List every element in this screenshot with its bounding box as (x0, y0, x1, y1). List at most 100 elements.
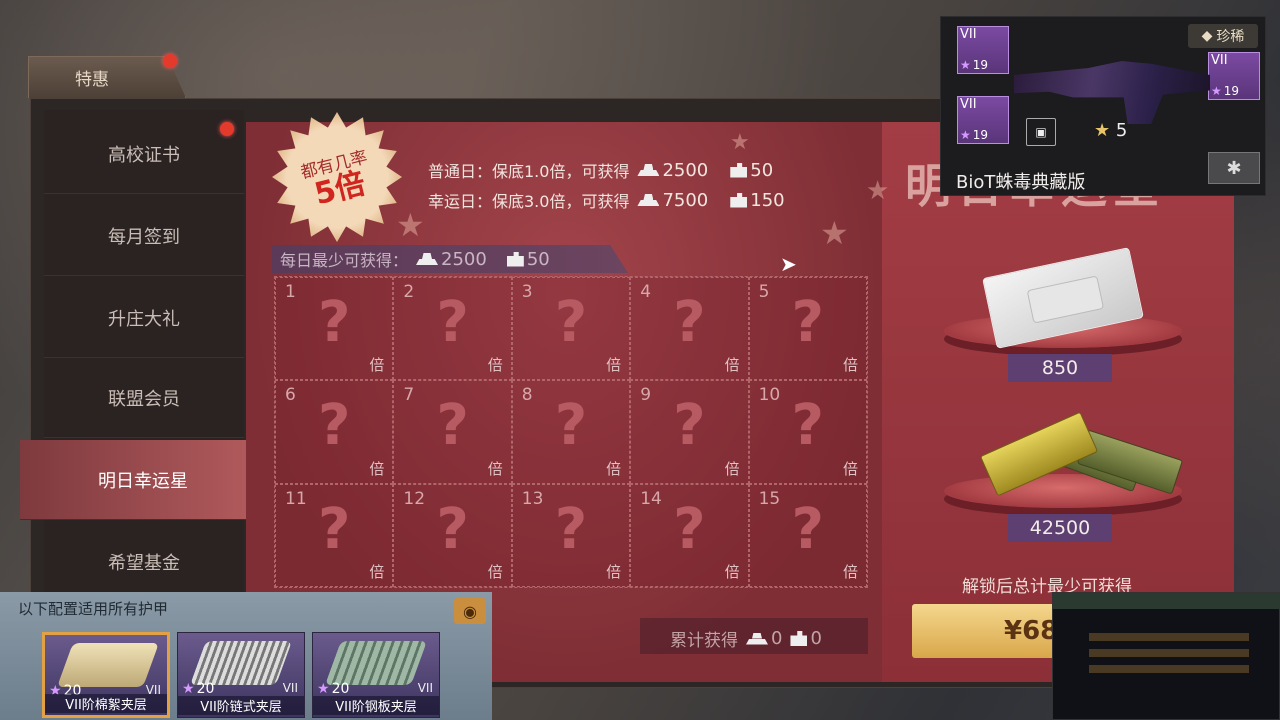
gold-icon (637, 194, 659, 206)
question-mark-icon: ? (436, 290, 469, 355)
rarity-label: 珍稀 (1216, 29, 1245, 45)
question-mark-icon: ? (554, 393, 588, 459)
gold-amount: 2500 (441, 248, 487, 270)
slot-tier: VII (960, 97, 977, 112)
day-cell[interactable]: 1? 倍 (275, 277, 394, 381)
question-mark-icon: ? (791, 393, 825, 459)
multiplier-unit: 倍 (606, 356, 622, 375)
star-decoration-icon: ★ (730, 130, 750, 155)
stream-row (1089, 633, 1249, 641)
sidebar-item-rank-gift[interactable]: 升庄大礼 (44, 278, 244, 358)
day-cell[interactable]: 11? 倍 (275, 483, 394, 587)
armor-item-cotton[interactable]: ★ 20 VII VII阶棉絮夹层 (42, 632, 170, 718)
multiplier-unit: 倍 (487, 356, 503, 375)
sidebar-item-label: 明日幸运星 (98, 470, 188, 492)
day-cell[interactable]: 9? 倍 (630, 380, 749, 484)
question-mark-icon: ? (317, 290, 351, 355)
day-cell[interactable]: 6? 倍 (275, 380, 394, 484)
spider-icon: ✱ (1208, 152, 1260, 184)
piece-amount: 150 (750, 189, 785, 211)
armor-level: 20 (196, 681, 215, 697)
stream-row (1089, 649, 1249, 657)
armor-item-chain[interactable]: ★ 20 VII VII阶链式夹层 (177, 632, 305, 718)
day-cell[interactable]: 2? 倍 (393, 277, 512, 381)
armor-item-steel[interactable]: ★ 20 VII VII阶钢板夹层 (312, 632, 440, 718)
stream-overlay (1052, 592, 1280, 720)
tab-label: 特惠 (75, 70, 109, 90)
question-mark-icon: ? (673, 496, 706, 562)
rarity-badge: ◆ 珍稀 (1188, 24, 1258, 48)
day-cell[interactable]: 8? 倍 (511, 380, 631, 484)
weapon-name: BioT蛛毒典藏版 (956, 172, 1086, 193)
sidebar-item-alliance-member[interactable]: 联盟会员 (44, 358, 244, 438)
stream-row (1089, 665, 1249, 673)
multiplier-unit: 倍 (369, 356, 385, 375)
puzzle-piece-icon (790, 631, 808, 646)
multiplier-unit: 倍 (487, 563, 503, 581)
normal-day-label: 普通日：保底1.0倍，可获得 (428, 162, 630, 181)
sidebar-item-hope-fund[interactable]: 希望基金 (44, 522, 244, 602)
question-mark-icon: ? (436, 393, 469, 459)
piece-amount: 50 (526, 248, 550, 270)
armor-name: VII阶链式夹层 (178, 696, 304, 715)
piece-amount: 0 (810, 628, 822, 649)
slot-rank: 19 (1223, 84, 1240, 98)
mouse-cursor-icon: ➤ (780, 252, 797, 276)
armor-tier: VII (282, 681, 298, 695)
multiplier-unit: 倍 (724, 563, 740, 581)
sidebar-item-label: 每月签到 (108, 226, 180, 248)
multiplier-unit: 倍 (606, 563, 622, 581)
day-cell[interactable]: 12? 倍 (393, 483, 512, 587)
puzzle-piece-icon (506, 251, 524, 267)
day-cell[interactable]: 7? 倍 (393, 380, 512, 484)
slot-tier: VII (960, 27, 977, 42)
question-mark-icon: ? (673, 290, 706, 355)
cotton-layer-icon (56, 643, 160, 687)
reward-amount-tag: 850 (1008, 354, 1112, 382)
notification-dot (220, 122, 234, 136)
sidebar-item-label: 联盟会员 (108, 388, 180, 410)
lucky-day-info: 幸运日：保底3.0倍，可获得 7500 150 (428, 188, 785, 212)
day-cell[interactable]: 14? 倍 (630, 483, 749, 587)
buy-button[interactable]: ¥68 (912, 604, 1062, 658)
star-icon: ★ (1094, 120, 1111, 141)
question-mark-icon: ? (673, 393, 706, 459)
day-cell[interactable]: 5? 倍 (748, 277, 867, 381)
question-mark-icon: ? (436, 496, 469, 562)
sidebar-item-label: 希望基金 (108, 553, 180, 574)
steel-layer-icon (324, 641, 428, 685)
normal-day-info: 普通日：保底1.0倍，可获得 2500 50 (428, 158, 773, 182)
multiplier-unit: 倍 (842, 356, 858, 375)
armor-tier: VII (417, 681, 433, 695)
armor-name: VII阶钢板夹层 (313, 696, 439, 715)
day-cell[interactable]: 10? 倍 (748, 380, 867, 484)
weapon-slot: VII ★ 19 (957, 26, 1009, 74)
star-count: 5 (1115, 120, 1128, 141)
reward-amount: 850 (1041, 357, 1079, 379)
day-cell[interactable]: 3? 倍 (511, 277, 631, 381)
total-label: 累计获得 (670, 631, 738, 651)
scope-icon: ▣ (1026, 118, 1056, 146)
eye-icon[interactable]: ◉ (454, 598, 486, 624)
multiplier-unit: 倍 (842, 459, 858, 478)
weapon-stars: ★ 5 (1094, 120, 1127, 141)
day-cell[interactable]: 15? 倍 (748, 483, 867, 587)
day-cell[interactable]: 4? 倍 (630, 277, 749, 381)
chain-layer-icon (189, 641, 293, 685)
weapon-slot: VII ★ 19 (957, 96, 1009, 144)
multiplier-unit: 倍 (724, 459, 740, 478)
sidebar-item-monthly-signin[interactable]: 每月签到 (44, 196, 244, 276)
stream-header (1053, 593, 1280, 609)
day-cell[interactable]: 13? 倍 (511, 483, 631, 587)
armor-config-title: 以下配置适用所有护甲 (18, 600, 169, 618)
weapon-slot: VII ★ 19 (1208, 52, 1260, 100)
question-mark-icon: ? (554, 290, 588, 355)
sidebar-item-lucky-star[interactable]: 明日幸运星 (20, 440, 266, 520)
puzzle-piece-icon (730, 192, 748, 208)
sidebar-item-campus-certificate[interactable]: 高校证书 (44, 114, 244, 194)
question-mark-icon: ? (317, 496, 351, 562)
gold-icon (746, 633, 768, 645)
multiplier-unit: 倍 (606, 459, 622, 478)
lucky-day-label: 幸运日：保底3.0倍，可获得 (428, 192, 630, 211)
gold-amount: 2500 (662, 159, 709, 181)
